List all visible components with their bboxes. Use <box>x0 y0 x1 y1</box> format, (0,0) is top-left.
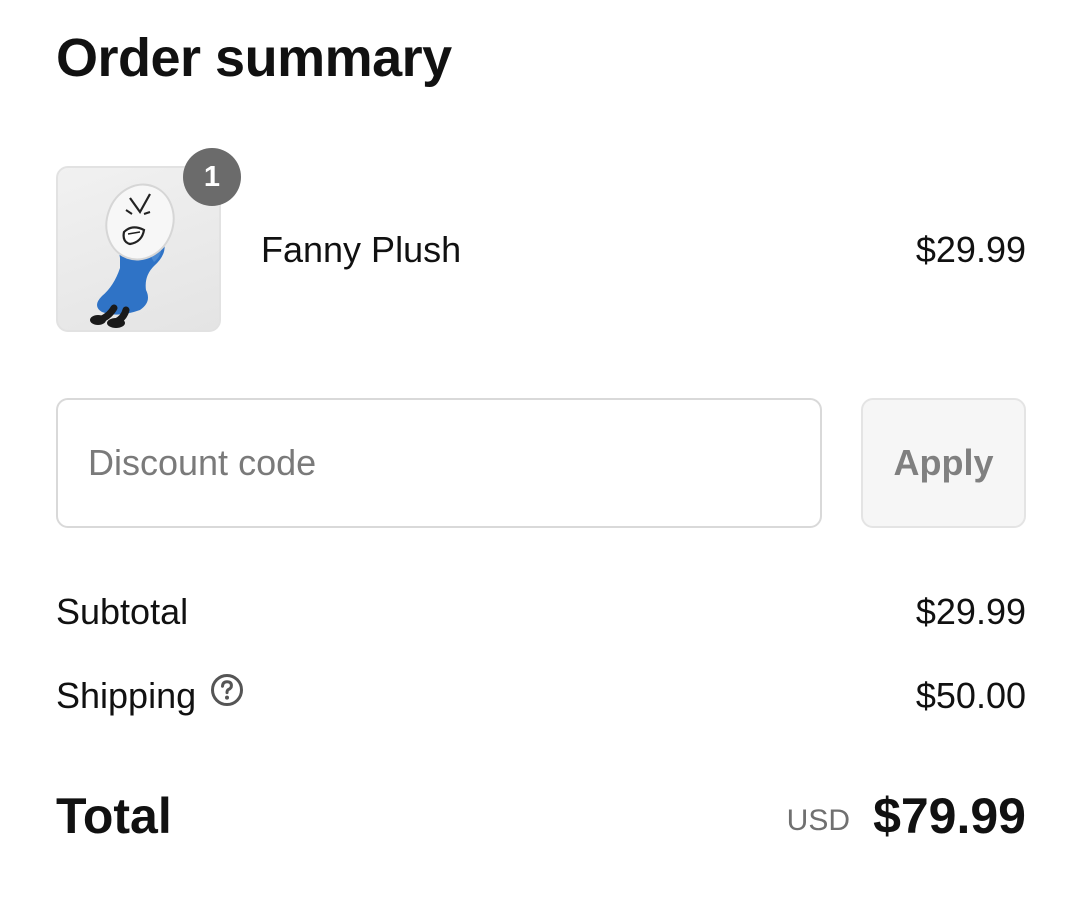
shipping-row: Shipping <box>56 674 244 718</box>
shipping-value: $50.00 <box>915 675 1026 716</box>
total-label: Total <box>56 788 172 844</box>
total-currency: USD <box>786 804 850 837</box>
product-name: Fanny Plush <box>261 229 462 270</box>
quantity-badge: 1 <box>183 148 241 206</box>
page-title: Order summary <box>56 28 452 88</box>
question-circle-icon[interactable] <box>210 673 244 717</box>
discount-code-input[interactable] <box>56 398 822 528</box>
shipping-label: Shipping <box>56 675 197 716</box>
subtotal-value: $29.99 <box>915 591 1026 632</box>
apply-discount-button[interactable]: Apply <box>861 398 1026 528</box>
total-value: $79.99 <box>873 788 1026 844</box>
product-price: $29.99 <box>915 229 1026 270</box>
subtotal-label: Subtotal <box>56 591 189 632</box>
